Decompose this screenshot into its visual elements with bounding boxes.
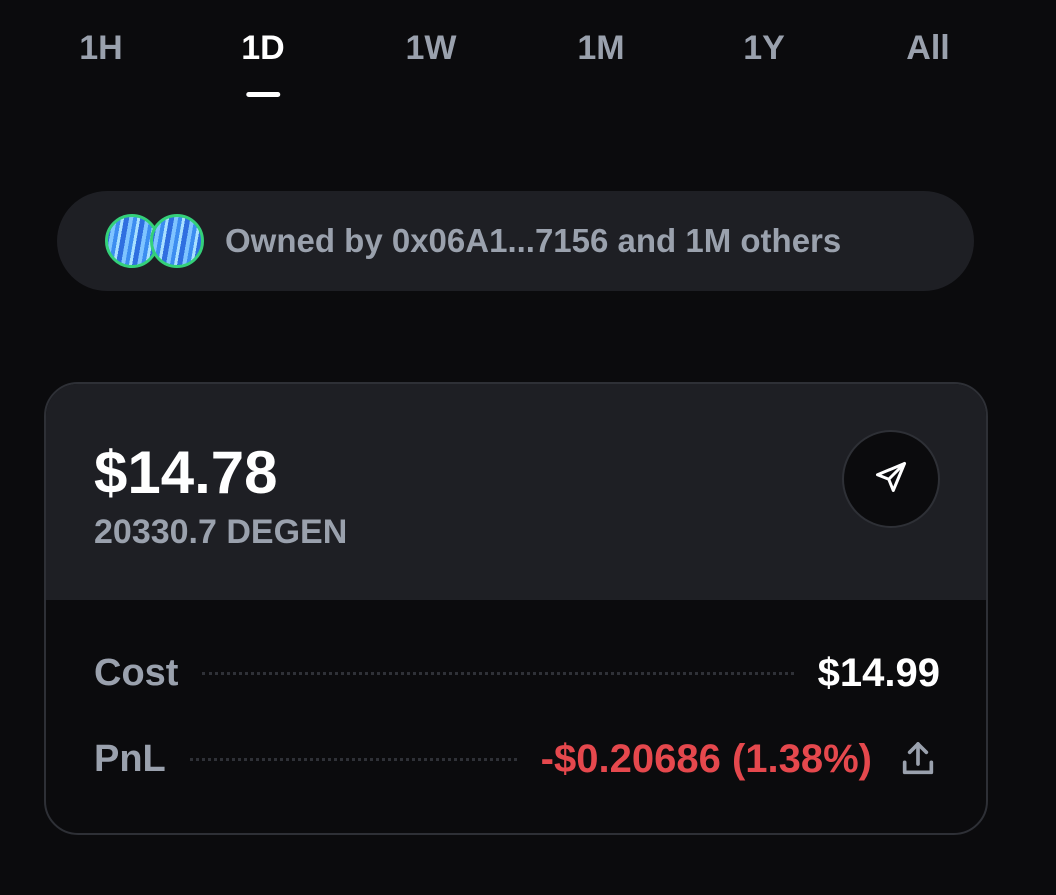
balance-usd: $14.78 [94,439,278,506]
owners-pill[interactable]: Owned by 0x06A1...7156 and 1M others [57,191,974,291]
pnl-label: PnL [94,737,166,780]
balance-token: 20330.7 DEGEN [94,513,348,551]
tab-label: All [906,29,950,67]
token-position-screen: 1H 1D 1W 1M 1Y All Owned by 0x06A1...715… [0,0,1056,895]
position-card: $14.78 20330.7 DEGEN Cost $14.99 PnL -$0… [44,382,988,835]
tab-label: 1D [241,29,285,67]
cost-value: $14.99 [817,650,940,695]
dotted-leader [189,757,517,761]
balance-section: $14.78 20330.7 DEGEN [46,384,986,600]
pnl-row: PnL -$0.20686 (1.38%) [94,734,940,784]
pnl-value: -$0.20686 (1.38%) [540,736,872,781]
owner-avatar [150,214,204,268]
cost-row: Cost $14.99 [94,648,940,698]
send-button[interactable] [842,430,940,528]
owner-avatars [105,214,204,268]
tab-1y[interactable]: 1Y [743,28,785,108]
tab-label: 1Y [743,29,785,67]
tab-all[interactable]: All [906,28,949,108]
active-tab-indicator [246,92,280,97]
tab-label: 1H [79,29,123,67]
owners-text: Owned by 0x06A1...7156 and 1M others [225,222,842,259]
tab-1d[interactable]: 1D [241,28,285,108]
send-icon [873,459,909,500]
share-icon[interactable] [896,737,940,781]
tab-label: 1W [405,29,457,67]
cost-label: Cost [94,651,179,694]
tab-1m[interactable]: 1M [577,28,624,108]
tab-label: 1M [577,29,625,67]
tab-1h[interactable]: 1H [79,28,122,108]
dotted-leader [202,671,794,675]
tab-1w[interactable]: 1W [406,28,457,108]
timeframe-tabs: 1H 1D 1W 1M 1Y All [0,0,1056,120]
